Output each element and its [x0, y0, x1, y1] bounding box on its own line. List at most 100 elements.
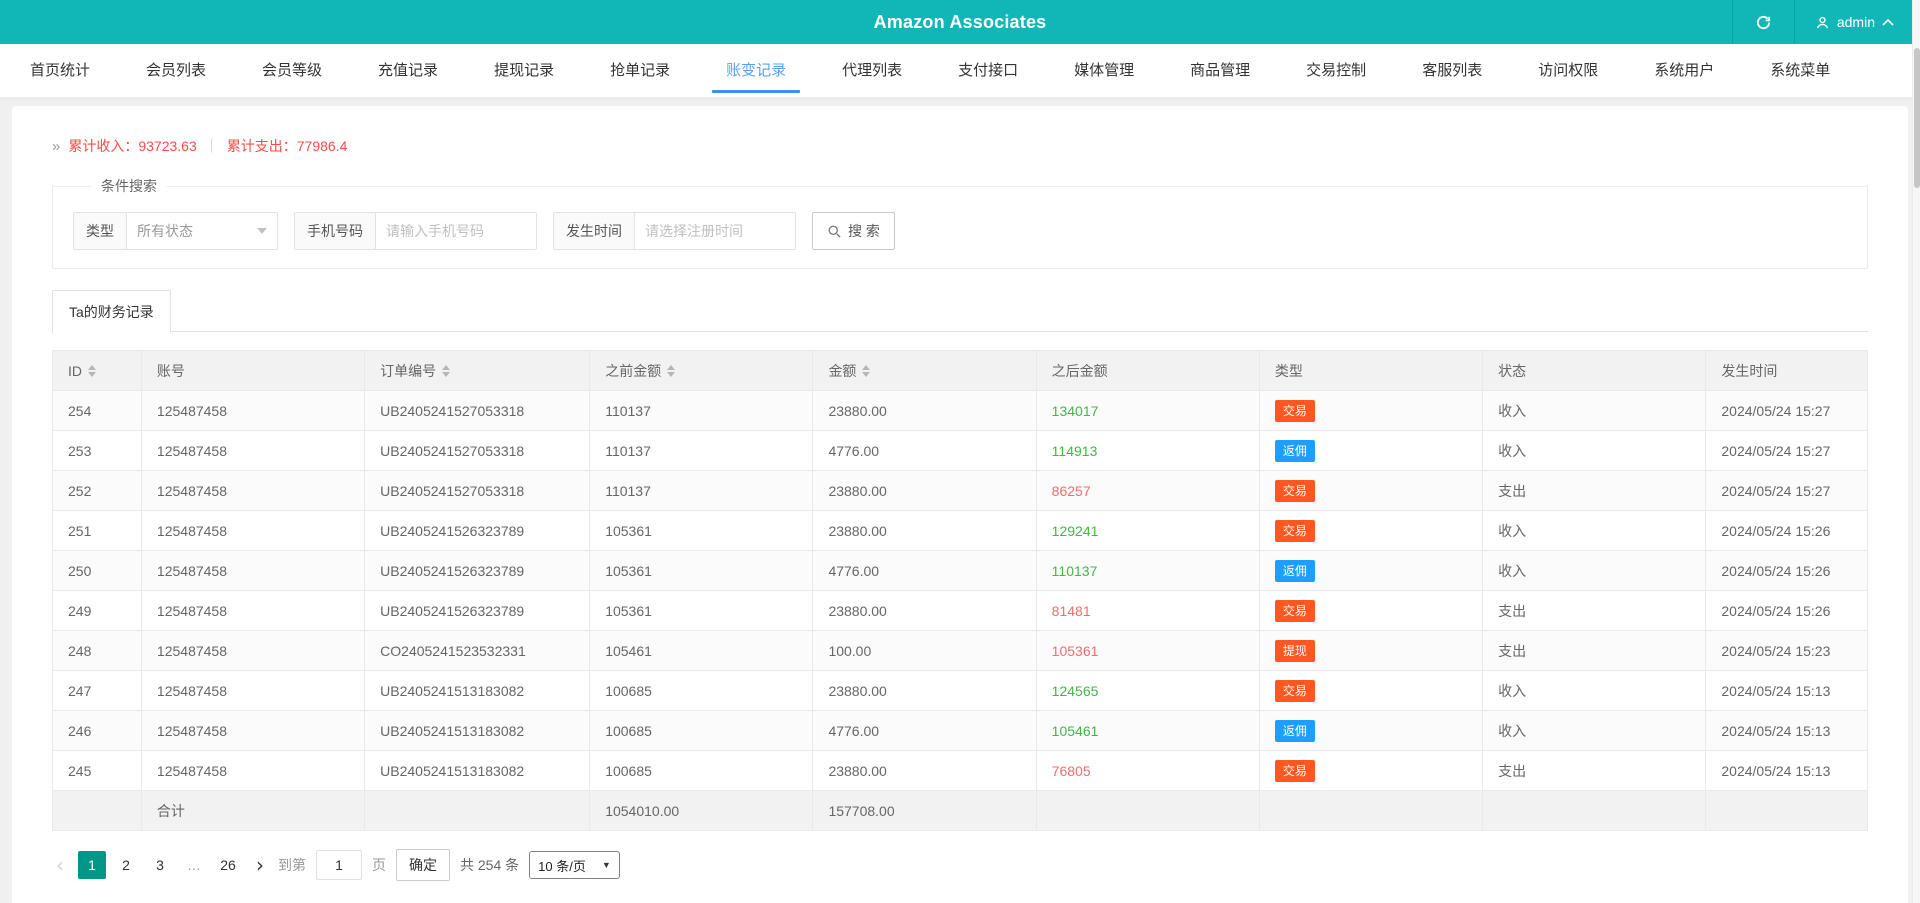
nav-item[interactable]: 首页统计	[6, 44, 114, 97]
phone-input[interactable]	[376, 213, 536, 249]
column-label: 金额	[828, 361, 856, 381]
type-select[interactable]: 所有状态	[127, 213, 277, 249]
date-input[interactable]	[635, 213, 795, 249]
cell-after-amount: 124565	[1036, 671, 1259, 711]
type-badge: 提现	[1275, 640, 1315, 662]
cell-account: 125487458	[141, 551, 364, 591]
table-row: 248 125487458 CO2405241523532331 105461 …	[53, 631, 1868, 671]
search-button[interactable]: 搜 索	[812, 212, 895, 250]
nav-item[interactable]: 充值记录	[354, 44, 462, 97]
page-number[interactable]: 26	[214, 851, 242, 879]
nav-item[interactable]: 支付接口	[934, 44, 1042, 97]
column-header: 金额	[813, 351, 1036, 391]
next-page-button[interactable]: ›	[252, 851, 268, 879]
active-tab-underline	[712, 90, 800, 93]
chevron-down-icon	[257, 228, 267, 234]
nav-item[interactable]: 交易控制	[1282, 44, 1390, 97]
summary-amount-total: 157708.00	[813, 791, 1036, 831]
page-size-value: 10 条/页	[538, 856, 586, 875]
nav-item[interactable]: 会员列表	[122, 44, 230, 97]
cell-order-no: UB2405241527053318	[365, 431, 590, 471]
cell-type: 返佣	[1259, 431, 1482, 471]
total-income: 累计收入：93723.63	[68, 136, 196, 156]
cell-time: 2024/05/24 15:26	[1706, 511, 1868, 551]
nav-item-label: 系统菜单	[1770, 62, 1830, 79]
cell-account: 125487458	[141, 431, 364, 471]
user-menu[interactable]: admin	[1795, 0, 1920, 44]
page-size-select[interactable]: 10 条/页 ▼	[529, 851, 620, 879]
column-header: 状态	[1483, 351, 1706, 391]
cell-account: 125487458	[141, 671, 364, 711]
total-expense: 累计支出：77986.4	[227, 136, 348, 156]
sort-icon[interactable]	[88, 365, 96, 377]
cell-time: 2024/05/24 15:26	[1706, 591, 1868, 631]
nav-item[interactable]: 账变记录	[702, 44, 810, 97]
nav-item[interactable]: 客服列表	[1398, 44, 1506, 97]
nav-item[interactable]: 访问权限	[1514, 44, 1622, 97]
phone-filter-group: 手机号码	[294, 212, 537, 250]
cell-after-amount: 129241	[1036, 511, 1259, 551]
nav-item[interactable]: 媒体管理	[1050, 44, 1158, 97]
type-badge: 返佣	[1275, 440, 1315, 462]
cell-id: 247	[53, 671, 142, 711]
cell-time: 2024/05/24 15:27	[1706, 471, 1868, 511]
cell-id: 254	[53, 391, 142, 431]
confirm-button[interactable]: 确定	[396, 849, 450, 881]
jump-unit-label: 页	[372, 855, 386, 875]
type-badge: 返佣	[1275, 720, 1315, 742]
cell-status: 支出	[1483, 471, 1706, 511]
refresh-button[interactable]	[1732, 0, 1795, 44]
cell-amount: 100.00	[813, 631, 1036, 671]
nav-item[interactable]: 系统菜单	[1746, 44, 1854, 97]
search-icon	[827, 224, 842, 239]
sort-icon[interactable]	[862, 365, 870, 377]
sort-icon[interactable]	[442, 365, 450, 377]
nav-item-label: 媒体管理	[1074, 62, 1134, 79]
column-label: 账号	[157, 361, 185, 381]
column-header: 账号	[141, 351, 364, 391]
cell-amount: 23880.00	[813, 671, 1036, 711]
pagination-bar: ‹ 1 2 3 … 26 › 到第 页 确定 共 254 条 10 条/页 ▼	[52, 849, 1868, 881]
nav-item[interactable]: 系统用户	[1630, 44, 1738, 97]
nav-item[interactable]: 代理列表	[818, 44, 926, 97]
column-header: 之后金额	[1036, 351, 1259, 391]
nav-item-label: 交易控制	[1306, 62, 1366, 79]
scrollbar-thumb[interactable]	[1914, 48, 1920, 188]
nav-item-label: 首页统计	[30, 62, 90, 79]
type-badge: 交易	[1275, 760, 1315, 782]
nav-item[interactable]: 抢单记录	[586, 44, 694, 97]
sort-icon[interactable]	[667, 365, 675, 377]
column-header: 订单编号	[365, 351, 590, 391]
nav-item[interactable]: 提现记录	[470, 44, 578, 97]
page-number[interactable]: 3	[146, 851, 174, 879]
nav-item[interactable]: 商品管理	[1166, 44, 1274, 97]
after-amount-value: 134017	[1052, 403, 1099, 419]
column-header: 之前金额	[590, 351, 813, 391]
page-number[interactable]: 1	[78, 851, 106, 879]
column-header: 发生时间	[1706, 351, 1868, 391]
content-panel: » 累计收入：93723.63 ｜ 累计支出：77986.4 条件搜索 类型 所…	[12, 106, 1908, 903]
table-row: 253 125487458 UB2405241527053318 110137 …	[53, 431, 1868, 471]
date-label: 发生时间	[554, 213, 635, 249]
cell-status: 支出	[1483, 631, 1706, 671]
chevron-up-icon	[1882, 18, 1894, 26]
jump-page-input[interactable]	[316, 850, 362, 880]
nav-item[interactable]: 会员等级	[238, 44, 346, 97]
cell-before-amount: 105361	[590, 551, 813, 591]
username: admin	[1837, 14, 1875, 30]
select-arrow-icon: ▼	[602, 860, 611, 870]
column-label: ID	[68, 363, 82, 379]
cell-status: 支出	[1483, 751, 1706, 791]
type-label: 类型	[74, 213, 127, 249]
tab-finance-records[interactable]: Ta的财务记录	[52, 290, 171, 333]
cell-time: 2024/05/24 15:13	[1706, 671, 1868, 711]
page-number[interactable]: 2	[112, 851, 140, 879]
table-body: 254 125487458 UB2405241527053318 110137 …	[53, 391, 1868, 791]
table-row: 247 125487458 UB2405241513183082 100685 …	[53, 671, 1868, 711]
cell-amount: 23880.00	[813, 751, 1036, 791]
scrollbar[interactable]	[1912, 0, 1920, 903]
column-header: ID	[53, 351, 142, 391]
table-header: ID 账号 订单编号	[53, 351, 1868, 391]
totals-bar: » 累计收入：93723.63 ｜ 累计支出：77986.4	[52, 136, 1868, 156]
page-number[interactable]: …	[180, 851, 208, 879]
